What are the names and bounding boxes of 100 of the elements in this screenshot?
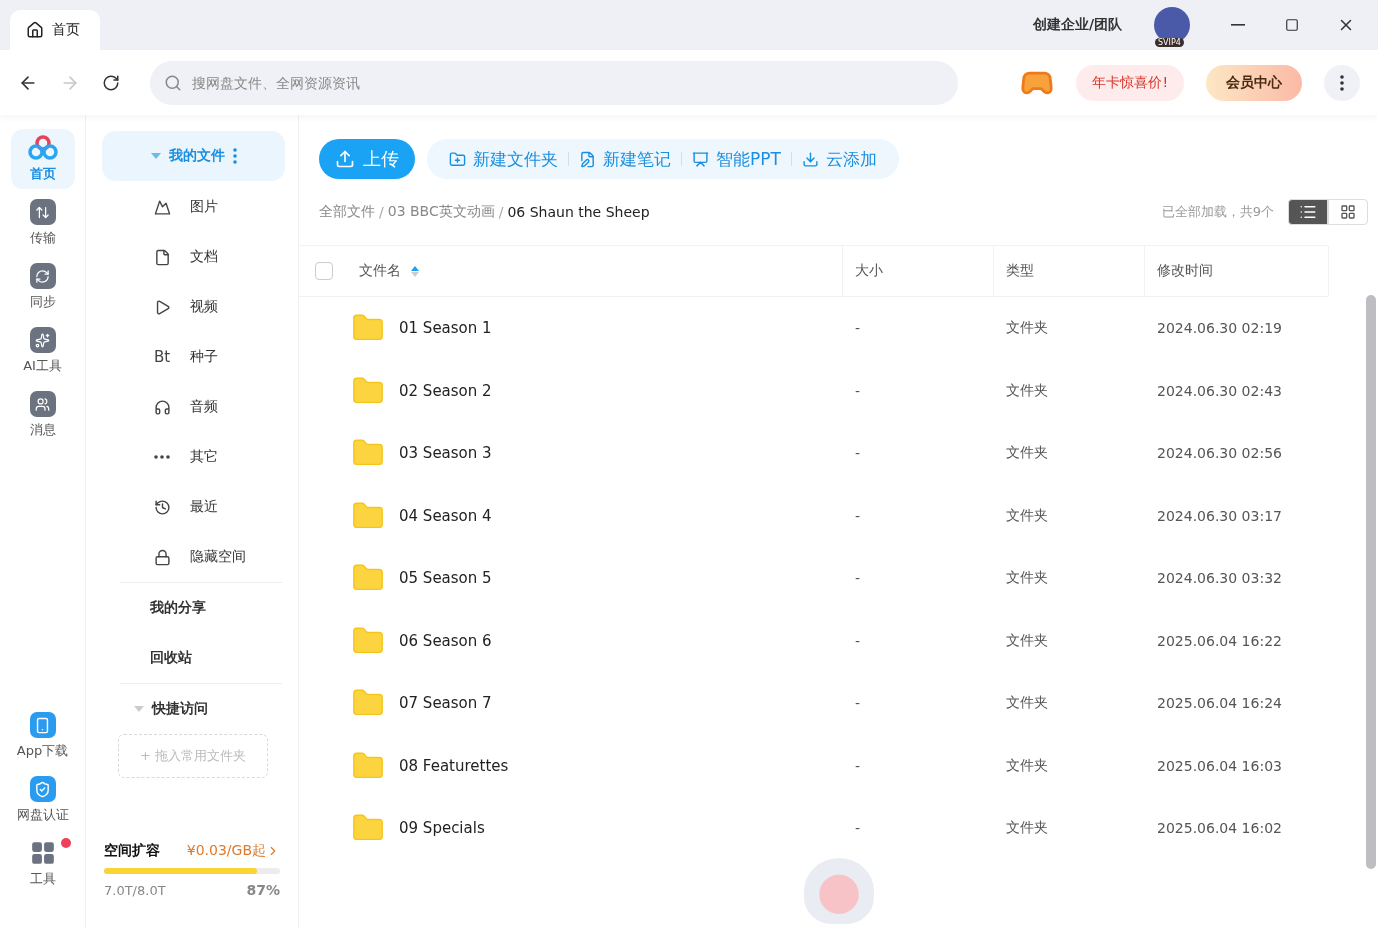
- modified-cell-text: 2024.06.30 02:19: [1156, 320, 1283, 337]
- storage-used: 7.0T/8.0T: [104, 882, 166, 898]
- rail-icon: [29, 327, 56, 353]
- file-row[interactable]: 06 Season 6 - 文件夹 2025.06.04 16:22: [299, 609, 1328, 672]
- modified-cell-text: 2025.06.04 16:22: [1156, 632, 1283, 649]
- rail-item[interactable]: 工具: [10, 834, 75, 894]
- category-item[interactable]: 图片: [102, 182, 285, 232]
- size-cell-text: -: [854, 820, 862, 837]
- nav-link[interactable]: 我的分享: [102, 583, 285, 633]
- type-cell-text: 文件夹: [1005, 756, 1049, 775]
- size-cell-text: -: [854, 695, 862, 712]
- upload-icon: [335, 149, 355, 169]
- file-name: 05 Season 5: [399, 569, 492, 588]
- column-header[interactable]: 修改时间: [1157, 262, 1213, 280]
- action-icon: [579, 150, 596, 168]
- more-button[interactable]: [1324, 64, 1360, 101]
- size-cell-text: -: [854, 445, 862, 462]
- type-cell-text: 文件夹: [1005, 381, 1049, 400]
- rail-icon: [29, 840, 56, 866]
- file-row[interactable]: 01 Season 1 - 文件夹 2024.06.30 02:19: [299, 297, 1328, 360]
- breadcrumb-separator: /: [498, 204, 504, 220]
- rail-item[interactable]: 传输: [10, 193, 75, 253]
- size-cell-text: -: [854, 320, 862, 337]
- rail-item[interactable]: 网盘认证: [10, 770, 75, 830]
- sort-icon[interactable]: [411, 265, 419, 277]
- category-item[interactable]: 文档: [102, 232, 285, 282]
- category-item[interactable]: 最近: [102, 482, 285, 532]
- breadcrumb-link[interactable]: 06 Shaun the Sheep: [507, 204, 650, 220]
- file-row[interactable]: 04 Season 4 - 文件夹 2024.06.30 03:17: [299, 484, 1328, 547]
- size-cell-text: -: [854, 507, 862, 524]
- breadcrumb-link[interactable]: 全部文件: [319, 203, 375, 221]
- refresh-button[interactable]: [102, 73, 120, 92]
- modified-cell-text: 2024.06.30 02:43: [1156, 382, 1283, 399]
- column-header[interactable]: 大小: [855, 262, 883, 280]
- rail-item[interactable]: 同步: [10, 257, 75, 317]
- action-icon: [801, 150, 819, 168]
- file-row[interactable]: 03 Season 3 - 文件夹 2024.06.30 02:56: [299, 422, 1328, 485]
- modified-cell-text: 2025.06.04 16:03: [1156, 757, 1283, 774]
- type-cell-text: 文件夹: [1005, 819, 1049, 838]
- list-icon: [1299, 203, 1317, 221]
- type-cell-text: 文件夹: [1005, 444, 1049, 463]
- column-header[interactable]: 类型: [1006, 262, 1034, 280]
- rail-item[interactable]: AI工具: [10, 321, 75, 381]
- scrollbar[interactable]: [1366, 295, 1376, 869]
- category-icon: [153, 498, 171, 516]
- create-team-link[interactable]: 创建企业/团队: [1032, 16, 1122, 34]
- rail-icon: [29, 712, 56, 738]
- file-name: 07 Season 7: [399, 694, 492, 713]
- file-row[interactable]: 05 Season 5 - 文件夹 2024.06.30 03:32: [299, 547, 1328, 610]
- file-name: 09 Specials: [399, 819, 485, 838]
- rail-item[interactable]: App下载: [10, 706, 75, 766]
- modified-cell-text: 2024.06.30 03:17: [1156, 507, 1283, 524]
- category-icon: [154, 455, 170, 459]
- type-cell-text: 文件夹: [1005, 319, 1049, 338]
- file-row[interactable]: 08 Featurettes - 文件夹 2025.06.04 16:03: [299, 734, 1328, 797]
- refresh-icon: [102, 73, 120, 92]
- search-input[interactable]: 搜网盘文件、全网资源资讯: [190, 73, 945, 92]
- search-icon: [164, 73, 182, 92]
- load-status: 已全部加载，共9个: [1161, 203, 1274, 221]
- grid-view-button[interactable]: [1328, 199, 1368, 225]
- breadcrumb-separator: /: [379, 204, 384, 220]
- nav-link[interactable]: 回收站: [102, 633, 285, 683]
- category-item[interactable]: 其它: [102, 432, 285, 482]
- select-all-checkbox[interactable]: [315, 262, 333, 280]
- category-icon: [153, 198, 171, 216]
- category-item[interactable]: 音频: [102, 382, 285, 432]
- file-row[interactable]: 09 Specials - 文件夹 2025.06.04 16:02: [299, 797, 1328, 860]
- file-row[interactable]: 02 Season 2 - 文件夹 2024.06.30 02:43: [299, 359, 1328, 422]
- home-tab[interactable]: 首页: [10, 10, 100, 50]
- file-name: 04 Season 4: [399, 506, 492, 525]
- type-cell-text: 文件夹: [1005, 631, 1049, 650]
- modified-cell-text: 2025.06.04 16:24: [1156, 695, 1283, 712]
- rail-icon: [29, 199, 56, 225]
- maximize-icon: [1285, 18, 1299, 32]
- modified-cell-text: 2024.06.30 02:56: [1156, 445, 1283, 462]
- file-name: 03 Season 3: [399, 444, 492, 463]
- more-icon[interactable]: [232, 148, 237, 164]
- storage-percent: 87%: [246, 882, 280, 898]
- type-cell-text: 文件夹: [1005, 506, 1049, 525]
- promo-button[interactable]: 年卡惊喜价!: [1076, 64, 1184, 101]
- file-row[interactable]: 07 Season 7 - 文件夹 2025.06.04 16:24: [299, 672, 1328, 735]
- breadcrumb-link[interactable]: 03 BBC英文动画: [387, 203, 495, 221]
- column-header[interactable]: 文件名: [359, 262, 401, 280]
- search-field[interactable]: 搜网盘文件、全网资源资讯: [150, 60, 959, 105]
- category-item[interactable]: Bt 种子: [102, 332, 285, 382]
- category-icon: [153, 548, 171, 566]
- category-icon: [153, 248, 171, 266]
- minimize-icon: [1231, 24, 1245, 26]
- category-item[interactable]: 隐藏空间: [102, 532, 285, 582]
- type-cell-text: 文件夹: [1005, 694, 1049, 713]
- size-cell-text: -: [854, 757, 862, 774]
- list-view-button[interactable]: [1288, 199, 1328, 225]
- category-item[interactable]: 视频: [102, 282, 285, 332]
- file-name: 06 Season 6: [399, 631, 492, 650]
- size-cell-text: -: [854, 382, 862, 399]
- rail-item[interactable]: 消息: [10, 385, 75, 445]
- quick-access-header[interactable]: 快捷访问: [102, 684, 285, 734]
- rail-icon: [29, 263, 56, 289]
- file-name: 08 Featurettes: [399, 756, 509, 775]
- vip-center-button[interactable]: 会员中心: [1206, 64, 1302, 101]
